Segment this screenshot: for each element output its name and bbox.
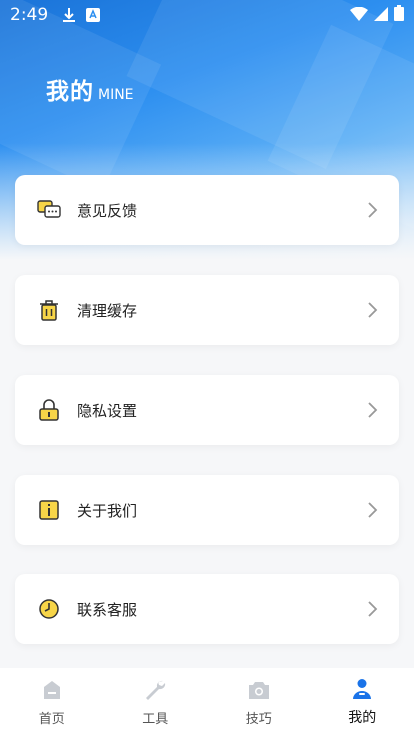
tab-home[interactable]: 首页 <box>0 668 104 736</box>
home-icon <box>39 678 65 702</box>
tab-mine[interactable]: 我的 <box>311 668 414 736</box>
bottom-tab-bar: 首页 工具 技巧 我的 <box>0 668 414 736</box>
tab-tools[interactable]: 工具 <box>104 668 208 736</box>
wifi-icon <box>350 6 368 25</box>
wrench-icon <box>142 678 168 702</box>
menu-item-label: 隐私设置 <box>77 401 138 420</box>
page-subtitle: MINE <box>98 87 134 103</box>
chevron-right-icon <box>365 301 379 319</box>
chevron-right-icon <box>365 201 379 219</box>
tab-label: 我的 <box>348 710 377 726</box>
page-header: 我的 MINE <box>46 72 134 106</box>
signal-icon <box>374 6 388 25</box>
trash-icon <box>37 298 61 322</box>
menu-item-label: 清理缓存 <box>77 301 138 320</box>
tab-label: 首页 <box>38 711 65 727</box>
clock-icon <box>37 597 61 621</box>
menu-item-customer-service[interactable]: 联系客服 <box>15 574 399 644</box>
battery-icon <box>394 5 404 25</box>
tab-label: 技巧 <box>245 711 272 727</box>
menu-item-label: 关于我们 <box>77 501 138 520</box>
tab-tips[interactable]: 技巧 <box>207 668 311 736</box>
status-bar: 2:49 <box>0 0 414 30</box>
tab-label: 工具 <box>142 711 169 727</box>
status-time: 2:49 <box>10 5 49 25</box>
camera-icon <box>246 678 272 702</box>
page-title: 我的 <box>46 79 94 105</box>
app-notification-icon <box>86 8 101 22</box>
menu-item-feedback[interactable]: 意见反馈 <box>15 175 399 245</box>
menu-item-label: 联系客服 <box>77 600 138 619</box>
menu-item-about[interactable]: 关于我们 <box>15 475 399 545</box>
user-icon <box>349 677 375 701</box>
info-icon <box>37 498 61 522</box>
menu-item-clear-cache[interactable]: 清理缓存 <box>15 275 399 345</box>
chevron-right-icon <box>365 501 379 519</box>
lock-icon <box>37 398 61 422</box>
menu-item-label: 意见反馈 <box>77 201 138 220</box>
chevron-right-icon <box>365 600 379 618</box>
menu-item-privacy[interactable]: 隐私设置 <box>15 375 399 445</box>
chevron-right-icon <box>365 401 379 419</box>
feedback-icon <box>37 198 61 222</box>
download-icon <box>62 7 76 23</box>
